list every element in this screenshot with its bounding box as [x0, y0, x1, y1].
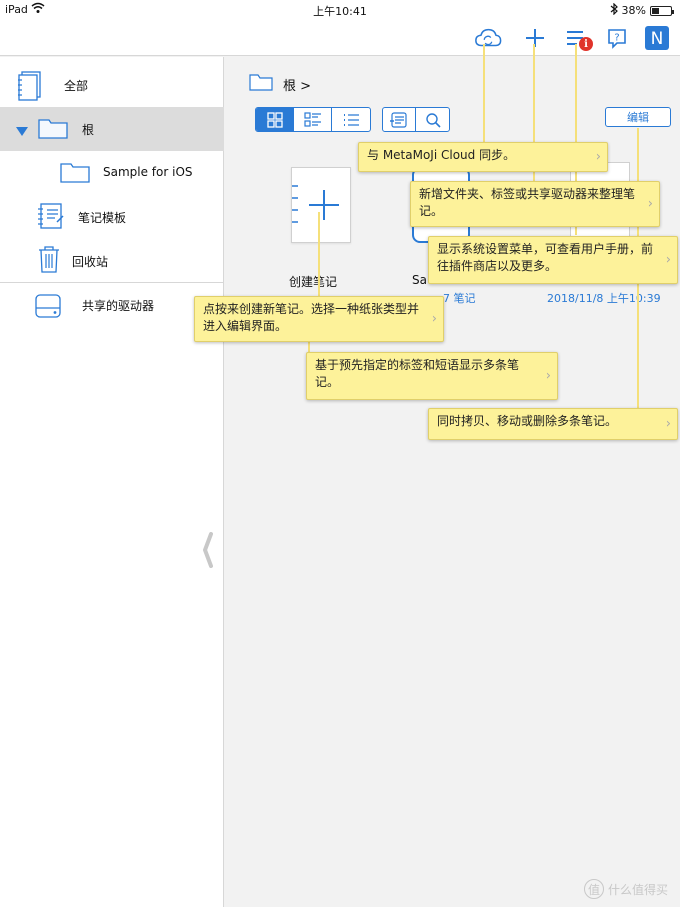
- tag-filter-icon[interactable]: [383, 108, 416, 131]
- toolbar: i ? N: [0, 20, 680, 56]
- folder-icon: [38, 117, 68, 143]
- collapse-sidebar-icon[interactable]: [202, 532, 213, 568]
- sidebar-item-label: 笔记模板: [78, 211, 127, 225]
- watermark-badge: 值: [583, 879, 604, 899]
- help-glyph: ?: [614, 33, 619, 44]
- tool-switcher: [382, 107, 450, 132]
- drive-icon: [34, 291, 62, 323]
- view-mode-switcher: [255, 107, 371, 132]
- callout-text: 点按来创建新笔记。选择一种纸张类型并进入编辑界面。: [203, 302, 420, 333]
- callout-create-note[interactable]: 点按来创建新笔记。选择一种纸张类型并进入编辑界面。 ›: [194, 296, 444, 342]
- expand-triangle-icon[interactable]: [16, 122, 28, 141]
- trash-icon: [38, 245, 60, 277]
- sidebar-item-label: 全部: [64, 79, 89, 93]
- status-bar: iPad 上午10:41 38%: [0, 0, 680, 20]
- sample-folder-label: Sa: [412, 273, 427, 287]
- chevron-right-icon: ›: [545, 368, 551, 384]
- plus-icon[interactable]: [521, 24, 549, 52]
- callout-text: 与 MetaMoJi Cloud 同步。: [367, 148, 516, 162]
- battery-icon: [650, 5, 674, 16]
- cloud-sync-icon[interactable]: [474, 24, 502, 52]
- callout-text: 基于预先指定的标签和短语显示多条笔记。: [315, 358, 520, 389]
- breadcrumb-text: 根 >: [283, 78, 312, 94]
- logo-glyph: N: [651, 29, 664, 49]
- help-icon[interactable]: ?: [603, 24, 631, 52]
- battery-percent: 38%: [621, 4, 646, 17]
- sidebar-item-sample-for-ios[interactable]: Sample for iOS: [0, 151, 224, 195]
- bluetooth-icon: [610, 2, 618, 18]
- edit-button[interactable]: 编辑: [605, 107, 671, 127]
- callout-connector: [318, 212, 320, 297]
- callout-text: 新增文件夹、标签或共享驱动器来整理笔记。: [419, 187, 636, 218]
- callout-text: 显示系统设置菜单，可查看用户手册，前往插件商店以及更多。: [437, 242, 654, 273]
- sidebar: 全部 根 Sample for iOS 笔记模板 回收站 共享的驱动器: [0, 57, 224, 907]
- search-icon[interactable]: [416, 108, 449, 131]
- grid-view-icon[interactable]: [256, 108, 294, 131]
- callout-connector: [483, 44, 485, 143]
- sidebar-item-shared-drive[interactable]: 共享的驱动器: [0, 283, 224, 327]
- chevron-right-icon: ›: [595, 149, 601, 165]
- notification-badge: i: [579, 37, 593, 51]
- status-time: 上午10:41: [313, 5, 367, 18]
- sidebar-item-trash[interactable]: 回收站: [0, 239, 224, 281]
- notebooks-icon: [17, 71, 43, 105]
- folder-icon: [60, 161, 90, 187]
- sidebar-item-root[interactable]: 根: [0, 107, 224, 151]
- breadcrumb[interactable]: 根 >: [249, 73, 311, 95]
- callout-tag-filter[interactable]: 基于预先指定的标签和短语显示多条笔记。 ›: [306, 352, 558, 400]
- create-note-card[interactable]: [286, 167, 351, 243]
- callout-sync[interactable]: 与 MetaMoJi Cloud 同步。 ›: [358, 142, 608, 172]
- chevron-right-icon: ›: [665, 252, 671, 268]
- note-date: 2018/11/8 上午10:39: [547, 292, 661, 305]
- create-note-label: 创建笔记: [289, 275, 338, 289]
- detail-view-icon[interactable]: [294, 108, 332, 131]
- chevron-right-icon: ›: [431, 311, 437, 327]
- chevron-right-icon: ›: [647, 196, 653, 212]
- sidebar-item-label: Sample for iOS: [103, 165, 193, 179]
- watermark-text: 什么值得买: [607, 882, 668, 897]
- callout-settings-menu[interactable]: 显示系统设置菜单，可查看用户手册，前往插件商店以及更多。 ›: [428, 236, 678, 284]
- callout-text: 同时拷贝、移动或删除多条笔记。: [437, 414, 618, 428]
- template-icon: [37, 202, 65, 234]
- note-count: 7 笔记: [443, 292, 476, 305]
- watermark: 值 什么值得买: [583, 879, 668, 899]
- sidebar-item-label: 回收站: [72, 255, 109, 269]
- callout-edit[interactable]: 同时拷贝、移动或删除多条笔记。 ›: [428, 408, 678, 440]
- list-view-icon[interactable]: [332, 108, 370, 131]
- chevron-right-icon: ›: [665, 416, 671, 432]
- sidebar-item-label: 根: [82, 123, 95, 137]
- folder-icon: [249, 73, 273, 95]
- callout-add[interactable]: 新增文件夹、标签或共享驱动器来整理笔记。 ›: [410, 181, 660, 227]
- sidebar-item-label: 共享的驱动器: [82, 299, 155, 313]
- app-logo-icon[interactable]: N: [643, 24, 671, 52]
- sidebar-item-all[interactable]: 全部: [0, 63, 224, 107]
- sidebar-item-templates[interactable]: 笔记模板: [0, 195, 224, 239]
